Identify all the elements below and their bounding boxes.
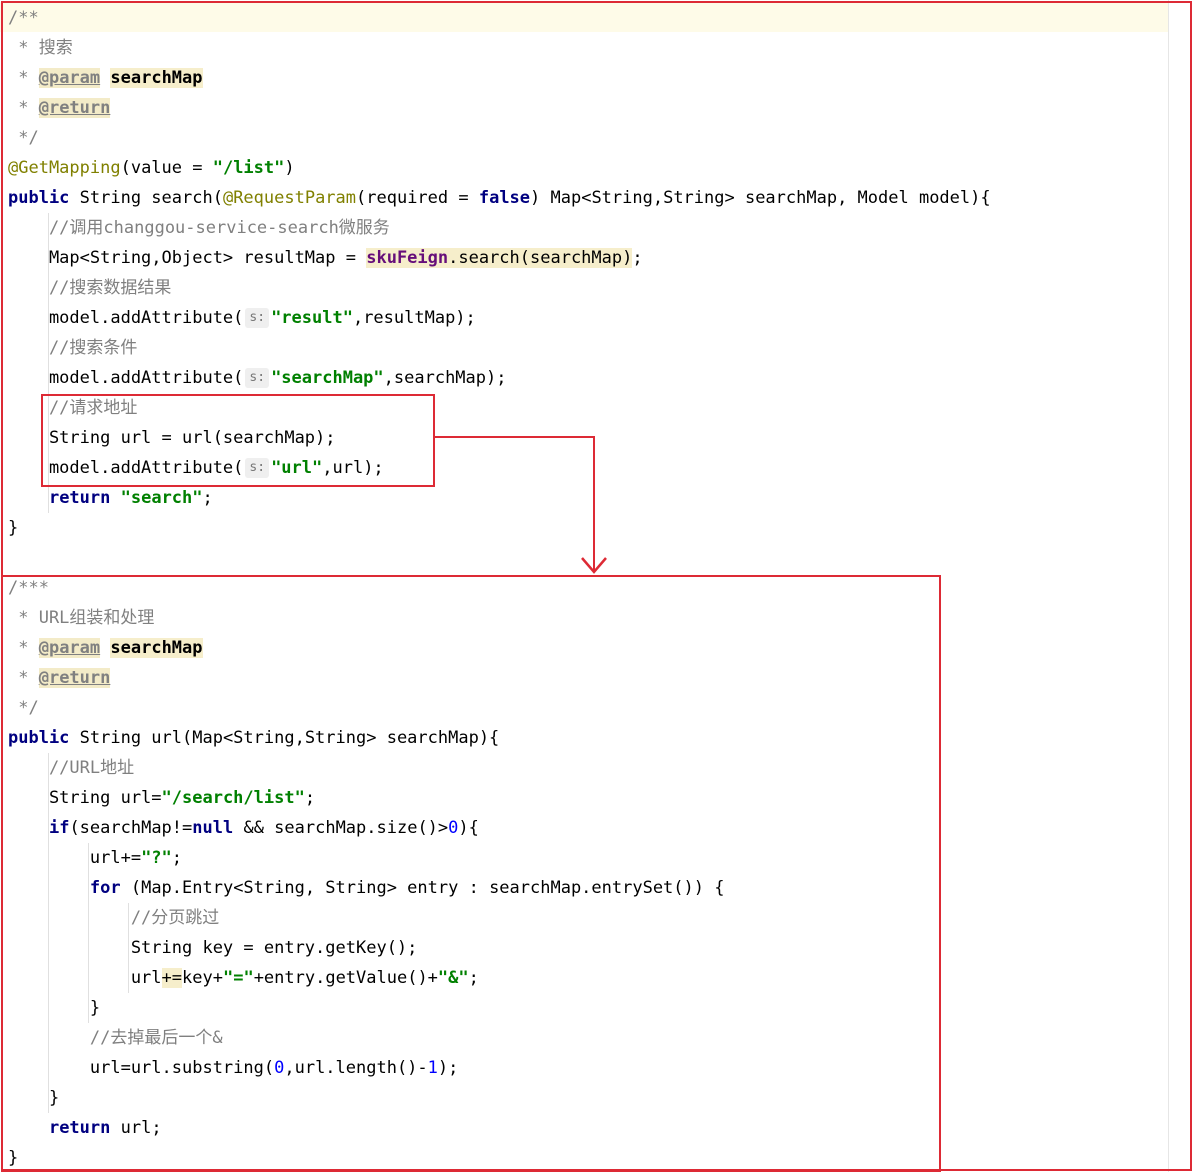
url-method-annotation-box [1, 575, 941, 1172]
arrow-head-icon [581, 557, 607, 574]
connector-arrow-horizontal [435, 436, 595, 438]
connector-arrow-vertical [593, 436, 595, 572]
url-call-annotation-box [41, 394, 435, 487]
